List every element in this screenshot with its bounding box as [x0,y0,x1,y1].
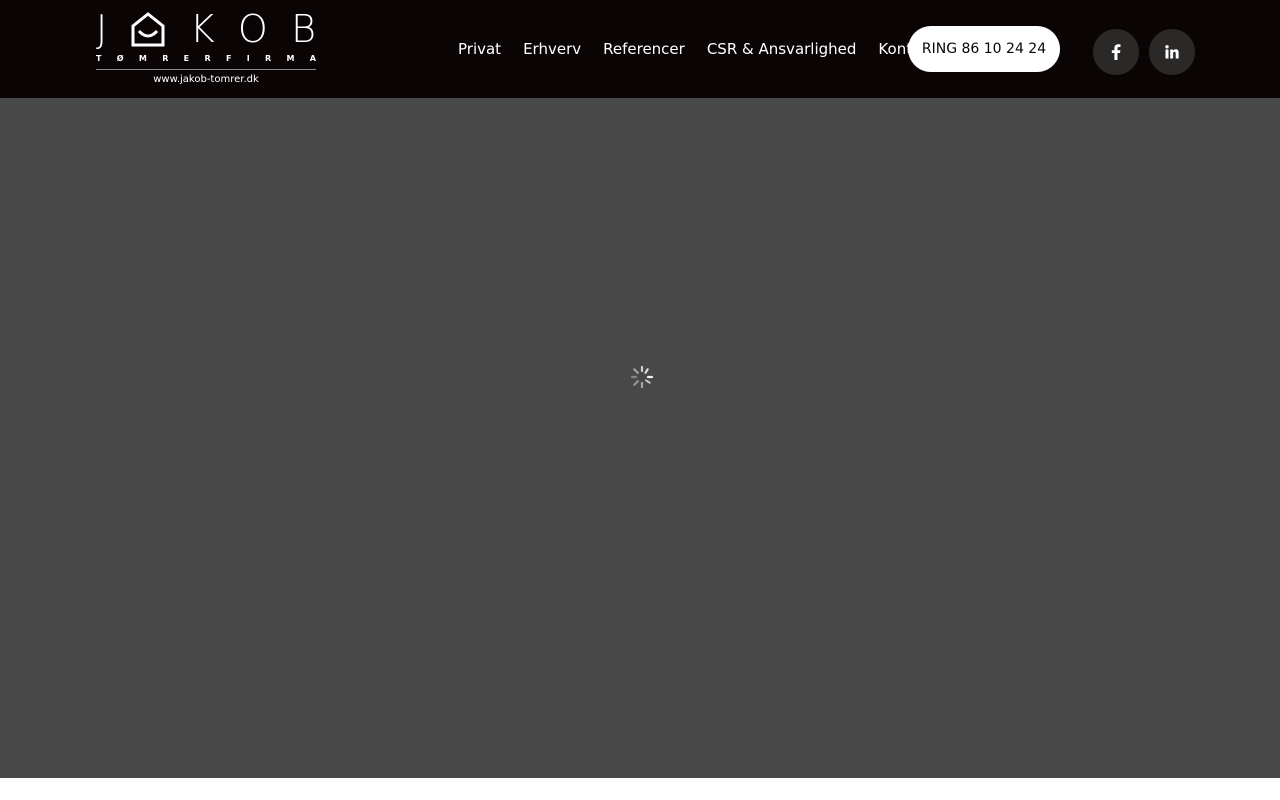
logo-sub-letter: I [246,54,250,63]
logo-subtitle: T Ø M R E R F I R M A [96,54,316,66]
logo-letter-j: J [96,7,108,51]
logo-divider [96,69,316,70]
nav-item-csr[interactable]: CSR & Ansvarlighed [707,38,857,60]
facebook-link[interactable] [1093,29,1139,75]
main-nav: Privat Erhverv Referencer CSR & Ansvarli… [458,38,936,60]
nav-item-erhverv[interactable]: Erhverv [523,38,581,60]
logo-letter-k: K [189,7,215,51]
logo-sub-letter: R [204,54,211,63]
logo-sub-letter: T [96,54,102,63]
logo-sub-letter: A [309,54,316,63]
logo-letter-o: O [237,7,268,51]
logo-sub-letter: F [225,54,232,63]
site-logo[interactable]: J K O B T Ø M R E R F I R M A www.jakob-… [96,10,316,88]
linkedin-icon [1165,45,1179,59]
logo-sub-letter: Ø [116,54,124,63]
linkedin-link[interactable] [1149,29,1195,75]
logo-sub-letter: E [183,54,190,63]
hero-section [0,98,1280,778]
nav-item-referencer[interactable]: Referencer [603,38,685,60]
logo-sub-letter: M [138,54,147,63]
house-icon [130,11,166,47]
logo-letter-b: B [291,7,316,51]
logo-sub-letter: M [286,54,295,63]
loading-spinner-icon [630,365,654,389]
site-header: J K O B T Ø M R E R F I R M A www.jakob-… [0,0,1280,98]
nav-item-privat[interactable]: Privat [458,38,501,60]
logo-sub-letter: R [265,54,272,63]
call-button[interactable]: RING 86 10 24 24 [908,26,1060,72]
logo-sub-letter: R [162,54,169,63]
logo-url: www.jakob-tomrer.dk [153,74,259,85]
page-bottom-strip [0,778,1280,800]
facebook-icon [1111,44,1121,60]
logo-wordmark: J K O B [96,10,316,48]
